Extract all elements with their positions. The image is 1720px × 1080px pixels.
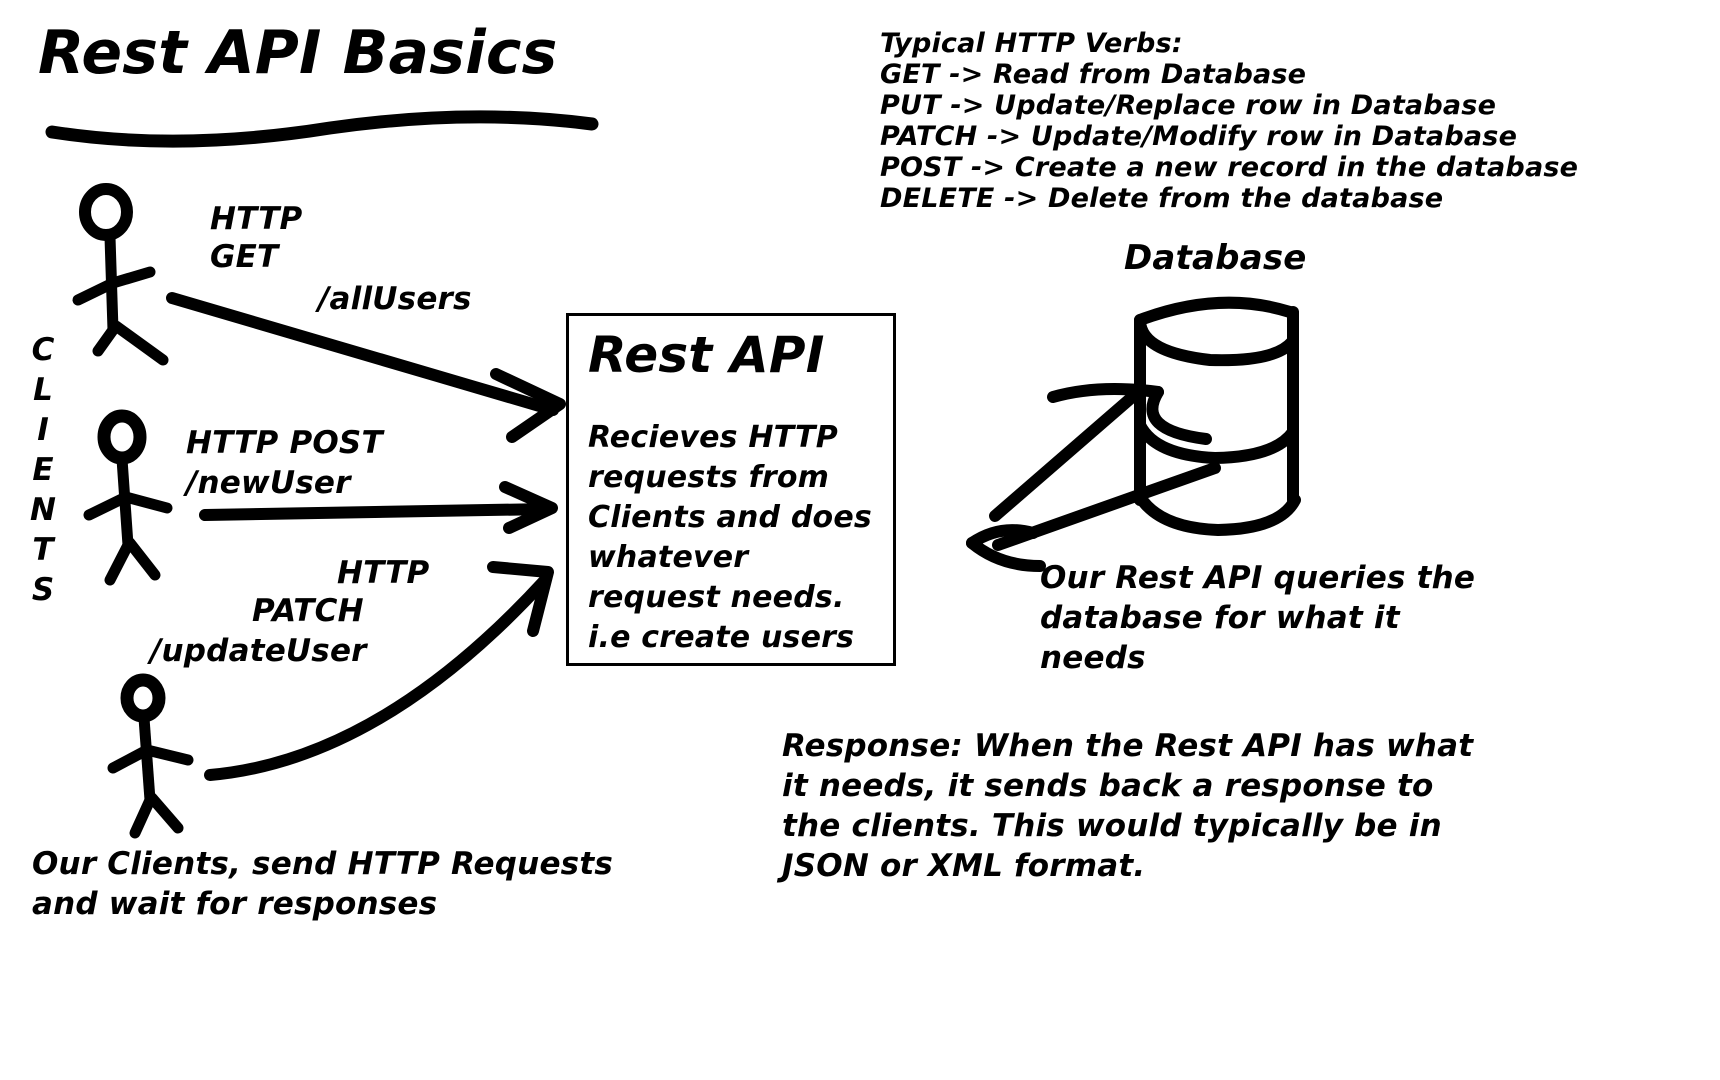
clients-vertical-label: C L I E N T S (30, 330, 56, 610)
clients-letter-i: I (37, 412, 49, 448)
diagram-canvas: Rest API Basics Typical HTTP Verbs: GET … (0, 0, 1720, 1080)
arrow-get-request-icon (166, 292, 566, 443)
arrow-database-to-api-icon (966, 462, 1221, 572)
rest-api-box-title: Rest API (588, 326, 825, 384)
clients-caption-line1: Our Clients, send HTTP Requests (32, 846, 613, 882)
request-label-patch-verb-line2: PATCH (252, 593, 364, 629)
stick-figure-client-2-icon (83, 409, 173, 586)
database-caption: Our Rest API queries the database for wh… (1040, 560, 1476, 676)
stick-figure-client-3-icon (107, 673, 194, 839)
get-verb-line1: HTTP (210, 201, 303, 237)
arrow-api-to-database-icon (989, 382, 1212, 522)
database-label: Database (1124, 238, 1307, 278)
clients-caption-line2: and wait for responses (32, 886, 438, 922)
request-label-get-verb: HTTP GET (210, 200, 302, 276)
response-explanation: Response: When the Rest API has what it … (782, 728, 1474, 884)
clients-letter-c: C (31, 332, 55, 368)
get-verb-line2: GET (210, 239, 279, 275)
http-verb-delete: DELETE -> Delete from the database (880, 183, 1444, 214)
clients-letter-t: T (32, 532, 54, 568)
http-verb-get: GET -> Read from Database (880, 59, 1307, 90)
title-underline-icon (45, 110, 599, 148)
rest-api-box-description: Recieves HTTP requests from Clients and … (588, 420, 872, 655)
clients-letter-s: S (31, 572, 55, 608)
request-label-patch-path: /updateUser (150, 633, 367, 669)
clients-caption: Our Clients, send HTTP Requests and wait… (32, 844, 652, 924)
clients-letter-l: L (33, 372, 54, 408)
http-verb-patch: PATCH -> Update/Modify row in Database (880, 121, 1518, 152)
request-label-post-path: /newUser (186, 465, 351, 501)
database-cylinder-icon (1134, 296, 1301, 536)
clients-letter-n: N (30, 492, 57, 528)
request-label-patch-verb-line1: HTTP (337, 555, 430, 591)
http-verbs-heading: Typical HTTP Verbs: (880, 28, 1183, 59)
request-label-get-path: /allUsers (318, 281, 472, 317)
http-verb-put: PUT -> Update/Replace row in Database (880, 90, 1497, 121)
http-verbs-list: Typical HTTP Verbs: GET -> Read from Dat… (880, 28, 1578, 214)
stick-figure-client-1-icon (72, 183, 169, 366)
clients-letter-e: E (32, 452, 54, 488)
http-verb-post: POST -> Create a new record in the datab… (880, 152, 1579, 183)
request-label-post-verb: HTTP POST (186, 425, 383, 461)
page-title: Rest API Basics (38, 18, 558, 88)
